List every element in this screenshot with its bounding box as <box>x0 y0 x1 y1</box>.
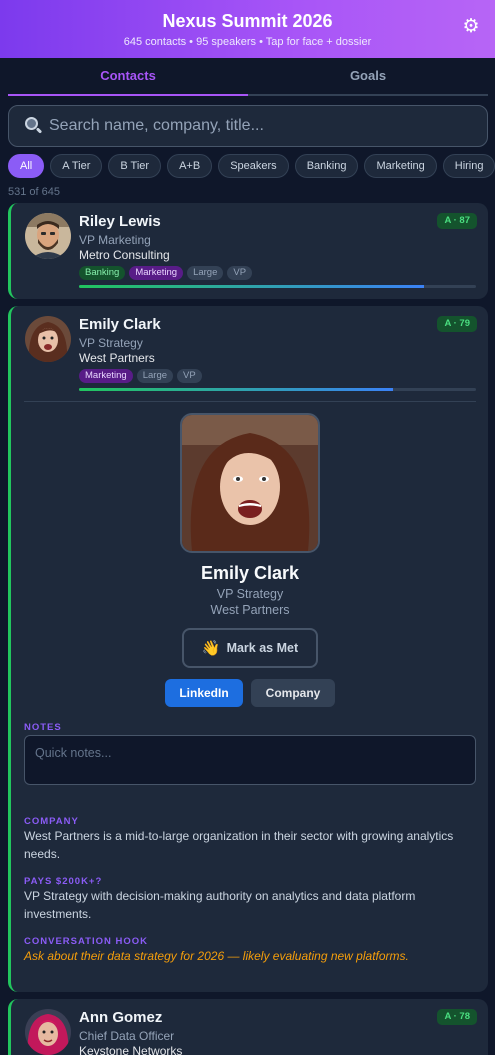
conversation-hook: Ask about their data strategy for 2026 —… <box>24 949 409 963</box>
contact-name: Emily Clark <box>79 316 161 333</box>
score-badge: A · 79 <box>437 316 477 332</box>
tab-bar: Contacts Goals <box>8 58 488 96</box>
company-section-label: COMPANY <box>24 816 79 827</box>
dossier-title: VP Strategy <box>216 587 284 601</box>
tab-contacts[interactable]: Contacts <box>8 58 248 96</box>
filter-chip-a-plus-b[interactable]: A+B <box>167 154 213 178</box>
filter-chip-b-tier[interactable]: B Tier <box>108 154 162 178</box>
contact-card-expanded[interactable]: Emily Clark VP Strategy West Partners Ma… <box>8 306 488 992</box>
tag: Large <box>136 369 174 383</box>
filter-chips: All A Tier B Tier A+B Speakers Banking M… <box>8 154 495 178</box>
gear-icon[interactable]: ⚙ <box>459 15 483 39</box>
contact-company: Metro Consulting <box>79 248 170 262</box>
search-input[interactable] <box>49 117 469 135</box>
app-header: Nexus Summit 2026 645 contacts • 95 spea… <box>0 0 495 58</box>
filter-chip-banking[interactable]: Banking <box>294 154 359 178</box>
contact-title: VP Marketing <box>79 233 151 247</box>
contact-dossier: Emily Clark VP Strategy West Partners 👋 … <box>24 401 476 963</box>
tag: Marketing <box>129 266 184 280</box>
dossier-name: Emily Clark <box>200 563 300 583</box>
tab-goals[interactable]: Goals <box>248 58 488 94</box>
score-bar <box>79 285 476 288</box>
tag: Banking <box>79 266 126 280</box>
contact-company: Keystone Networks <box>79 1044 183 1055</box>
hook-section-label: CONVERSATION HOOK <box>24 936 148 947</box>
company-button[interactable]: Company <box>251 679 335 707</box>
contact-title: Chief Data Officer <box>79 1029 175 1043</box>
score-bar-fill <box>79 285 425 288</box>
pays-description: VP Strategy with decision-making authori… <box>24 889 416 921</box>
score-bar <box>79 388 476 391</box>
search-icon <box>23 116 43 136</box>
score-bar-fill <box>79 388 393 391</box>
filter-chip-all[interactable]: All <box>8 154 45 178</box>
tag: Marketing <box>79 369 133 383</box>
filter-chip-marketing[interactable]: Marketing <box>364 154 437 178</box>
search-bar <box>8 105 488 147</box>
result-count: 531 of 645 <box>8 186 60 198</box>
filter-chip-a-tier[interactable]: A Tier <box>50 154 103 178</box>
linkedin-button[interactable]: LinkedIn <box>165 679 243 707</box>
contact-name: Riley Lewis <box>79 213 161 230</box>
contact-title: VP Strategy <box>79 336 143 350</box>
avatar <box>25 213 71 259</box>
filter-chip-speakers[interactable]: Speakers <box>218 154 289 178</box>
pays-section-label: PAYS $200K+? <box>24 876 103 887</box>
mark-as-met-label: Mark as Met <box>226 641 299 655</box>
app-subtitle: 645 contacts • 95 speakers • Tap for fac… <box>123 36 372 48</box>
notes-label: NOTES <box>24 722 62 733</box>
face-photo <box>180 413 320 553</box>
company-description: West Partners is a mid-to-large organiza… <box>24 829 454 861</box>
contact-company: West Partners <box>79 351 155 365</box>
contact-name: Ann Gomez <box>79 1009 163 1026</box>
avatar <box>25 1009 71 1055</box>
waving-hand-icon: 👋 <box>201 640 221 657</box>
score-badge: A · 78 <box>437 1009 477 1025</box>
notes-field[interactable] <box>24 735 476 785</box>
tag: VP <box>227 266 253 280</box>
score-badge: A · 87 <box>437 213 477 229</box>
tag-list: Banking Marketing Large VP <box>79 266 253 280</box>
tag: Large <box>187 266 224 280</box>
filter-chip-hiring[interactable]: Hiring <box>442 154 495 178</box>
mark-as-met-button[interactable]: 👋 Mark as Met <box>182 628 318 668</box>
contact-card[interactable]: Riley Lewis VP Marketing Metro Consultin… <box>8 203 488 299</box>
tag: VP <box>177 369 202 383</box>
tag-list: Marketing Large VP <box>79 369 202 383</box>
contact-card[interactable]: Ann Gomez Chief Data Officer Keystone Ne… <box>8 999 488 1055</box>
avatar <box>25 316 71 362</box>
dossier-company: West Partners <box>210 603 290 617</box>
app-title: Nexus Summit 2026 <box>162 11 333 31</box>
